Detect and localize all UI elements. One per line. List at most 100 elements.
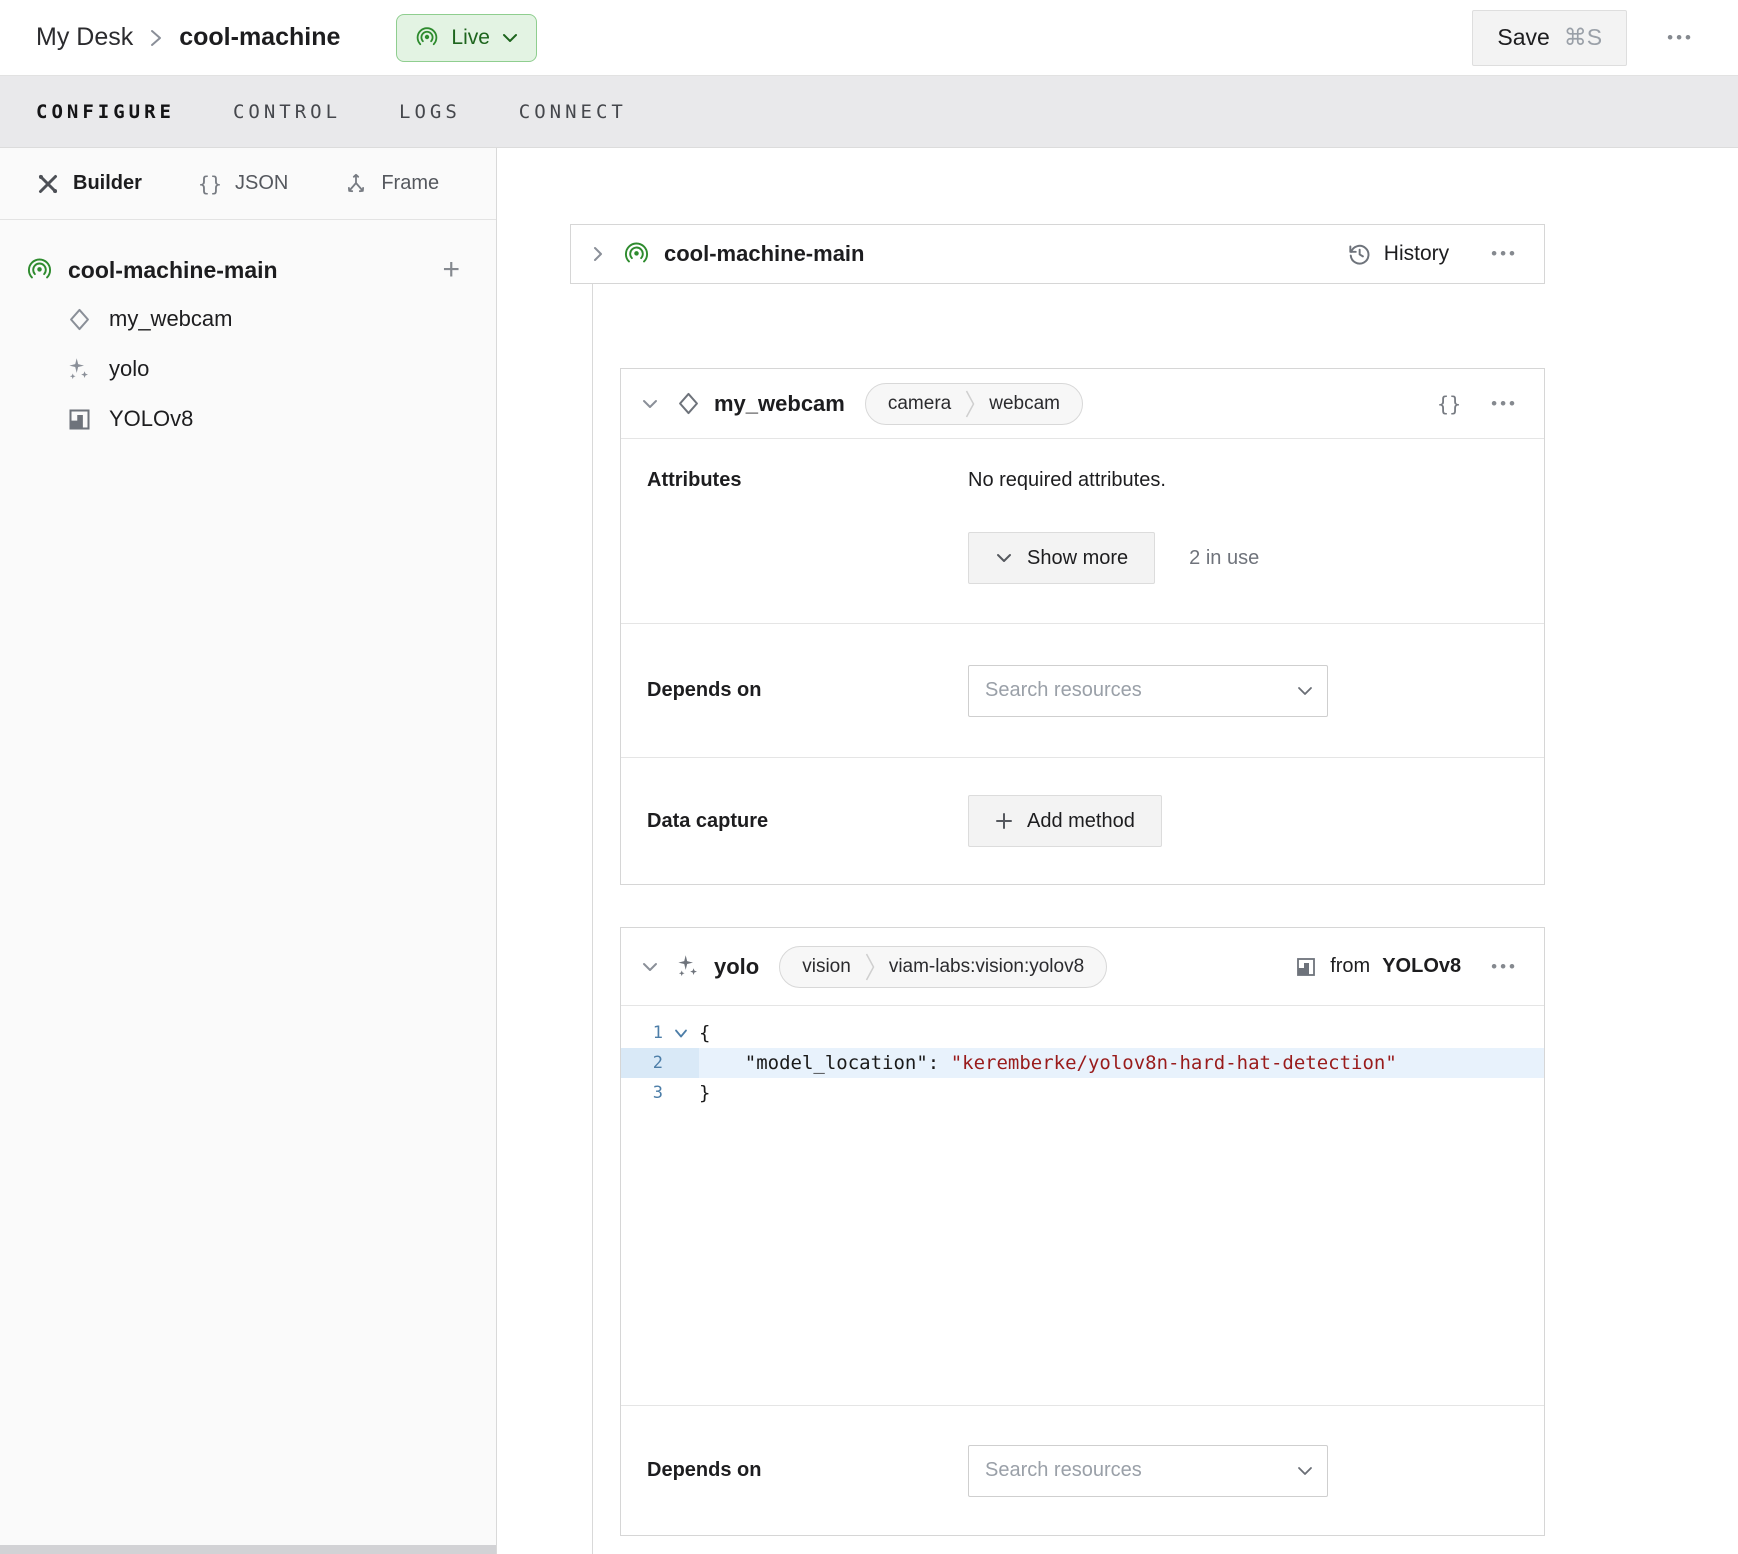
tree-item-machine-part[interactable]: cool-machine-main + bbox=[0, 246, 496, 294]
machine-part-live-icon bbox=[26, 257, 53, 284]
history-label: History bbox=[1384, 242, 1449, 266]
component-type-model-pill: camera webcam bbox=[865, 383, 1083, 425]
show-more-button[interactable]: Show more bbox=[968, 532, 1155, 584]
tree-item-yolov8-module[interactable]: YOLOv8 bbox=[0, 394, 496, 444]
line-number: 1 bbox=[621, 1018, 663, 1048]
breadcrumb-parent[interactable]: My Desk bbox=[36, 23, 133, 52]
component-title: my_webcam bbox=[714, 391, 845, 417]
status-badge-label: Live bbox=[451, 26, 490, 50]
from-module-name: YOLOv8 bbox=[1382, 955, 1461, 978]
expand-chevron-right-icon[interactable] bbox=[589, 243, 607, 265]
frame-axes-icon bbox=[344, 172, 368, 196]
service-title: yolo bbox=[714, 954, 759, 980]
search-resources-input[interactable] bbox=[968, 1445, 1328, 1497]
top-bar-more-menu[interactable]: ••• bbox=[1667, 28, 1694, 48]
from-prefix: from bbox=[1330, 955, 1370, 978]
tree-item-my-webcam[interactable]: my_webcam bbox=[0, 294, 496, 344]
live-broadcast-icon bbox=[415, 26, 439, 50]
configure-main-panel: cool-machine-main History ••• bbox=[497, 148, 1738, 1554]
mode-builder-label: Builder bbox=[73, 172, 142, 195]
tree-item-label: cool-machine-main bbox=[68, 257, 278, 284]
attributes-label: Attributes bbox=[647, 469, 968, 623]
code-text: } bbox=[699, 1078, 710, 1108]
mode-frame[interactable]: Frame bbox=[344, 172, 439, 196]
collapse-chevron-down-icon[interactable] bbox=[639, 395, 661, 413]
component-diamond-icon bbox=[66, 306, 93, 333]
tree-item-label: YOLOv8 bbox=[109, 406, 193, 432]
history-clock-icon bbox=[1346, 241, 1372, 267]
my-webcam-card: my_webcam camera webcam {} ••• Attribute… bbox=[620, 368, 1545, 885]
attributes-section: Attributes No required attributes. Show … bbox=[621, 439, 1544, 623]
machine-tab-bar: CONFIGURE CONTROL LOGS CONNECT bbox=[0, 76, 1738, 148]
code-fold-chevron-icon[interactable] bbox=[663, 1018, 699, 1048]
tree-item-label: my_webcam bbox=[109, 306, 232, 332]
tab-configure[interactable]: CONFIGURE bbox=[36, 101, 175, 123]
mode-json[interactable]: {} JSON bbox=[198, 172, 288, 196]
yolo-card: yolo vision viam-labs:vision:yolov8 bbox=[620, 927, 1545, 1536]
pill-divider-icon bbox=[965, 388, 975, 420]
breadcrumb-separator-icon bbox=[149, 27, 163, 49]
component-diamond-icon bbox=[675, 390, 702, 417]
history-button[interactable]: History bbox=[1346, 241, 1449, 267]
code-line: 3 } bbox=[621, 1078, 1544, 1108]
view-json-icon[interactable]: {} bbox=[1437, 392, 1461, 416]
depends-on-section: Depends on bbox=[621, 623, 1544, 757]
machine-part-live-icon bbox=[623, 241, 650, 268]
attributes-in-use-count: 2 in use bbox=[1189, 547, 1259, 570]
tree-item-yolo[interactable]: yolo bbox=[0, 344, 496, 394]
from-module-label: from YOLOv8 bbox=[1294, 955, 1461, 979]
data-capture-label: Data capture bbox=[647, 810, 968, 833]
json-key: "model_location" bbox=[745, 1052, 928, 1074]
module-icon bbox=[1294, 955, 1318, 979]
yolo-more-menu[interactable]: ••• bbox=[1491, 957, 1518, 977]
plus-icon bbox=[995, 812, 1013, 830]
attributes-empty-text: No required attributes. bbox=[968, 469, 1518, 492]
json-string-value: "keremberke/yolov8n-hard-hat-detection" bbox=[951, 1052, 1397, 1074]
machine-status-badge[interactable]: Live bbox=[396, 14, 537, 62]
service-model: viam-labs:vision:yolov8 bbox=[889, 956, 1084, 978]
attributes-json-editor[interactable]: 1 { 2 "model_location": "keremberke/yolo… bbox=[621, 1006, 1544, 1406]
line-number: 2 bbox=[621, 1048, 663, 1078]
breadcrumb-current: cool-machine bbox=[179, 23, 340, 52]
module-icon bbox=[66, 406, 93, 433]
depends-on-label: Depends on bbox=[647, 679, 968, 702]
my-webcam-more-menu[interactable]: ••• bbox=[1491, 394, 1518, 414]
mode-builder[interactable]: Builder bbox=[36, 172, 142, 196]
mode-json-label: JSON bbox=[235, 172, 288, 195]
machine-part-more-menu[interactable]: ••• bbox=[1491, 244, 1518, 264]
add-resource-button[interactable]: + bbox=[442, 255, 460, 285]
save-button-label: Save bbox=[1497, 24, 1549, 51]
resource-tree: cool-machine-main + my_webcam yolo bbox=[0, 220, 496, 444]
service-sparkles-icon bbox=[66, 356, 93, 383]
machine-part-title: cool-machine-main bbox=[664, 241, 864, 267]
save-button[interactable]: Save ⌘S bbox=[1472, 10, 1627, 66]
config-mode-switcher: Builder {} JSON Frame bbox=[0, 148, 496, 220]
search-resources-input[interactable] bbox=[968, 665, 1328, 717]
tab-logs[interactable]: LOGS bbox=[399, 101, 461, 123]
service-sparkles-icon bbox=[675, 953, 702, 980]
code-text: { bbox=[699, 1018, 710, 1048]
mode-frame-label: Frame bbox=[381, 172, 439, 195]
configure-sidebar: Builder {} JSON Frame bbox=[0, 148, 497, 1554]
collapse-chevron-down-icon[interactable] bbox=[639, 958, 661, 976]
chevron-down-icon bbox=[502, 32, 518, 44]
data-capture-section: Data capture Add method bbox=[621, 757, 1544, 884]
component-type: camera bbox=[888, 393, 951, 415]
tab-control[interactable]: CONTROL bbox=[233, 101, 341, 123]
line-number: 3 bbox=[621, 1078, 663, 1108]
service-type: vision bbox=[802, 956, 851, 978]
add-method-button[interactable]: Add method bbox=[968, 795, 1162, 847]
json-separator: : bbox=[928, 1052, 951, 1074]
save-shortcut-hint: ⌘S bbox=[1564, 24, 1602, 51]
sidebar-horizontal-scrollbar[interactable] bbox=[0, 1545, 496, 1554]
add-method-label: Add method bbox=[1027, 810, 1135, 833]
tab-connect[interactable]: CONNECT bbox=[519, 101, 627, 123]
yolo-card-header: yolo vision viam-labs:vision:yolov8 bbox=[621, 928, 1544, 1006]
curly-braces-icon: {} bbox=[198, 172, 222, 196]
chevron-down-icon bbox=[995, 551, 1013, 565]
depends-on-select bbox=[968, 665, 1328, 717]
top-bar: My Desk cool-machine Live Save ⌘S ••• bbox=[0, 0, 1738, 76]
breadcrumb: My Desk cool-machine bbox=[36, 23, 340, 52]
depends-on-section: Depends on bbox=[621, 1406, 1544, 1535]
code-text: "model_location": "keremberke/yolov8n-ha… bbox=[699, 1048, 1397, 1078]
